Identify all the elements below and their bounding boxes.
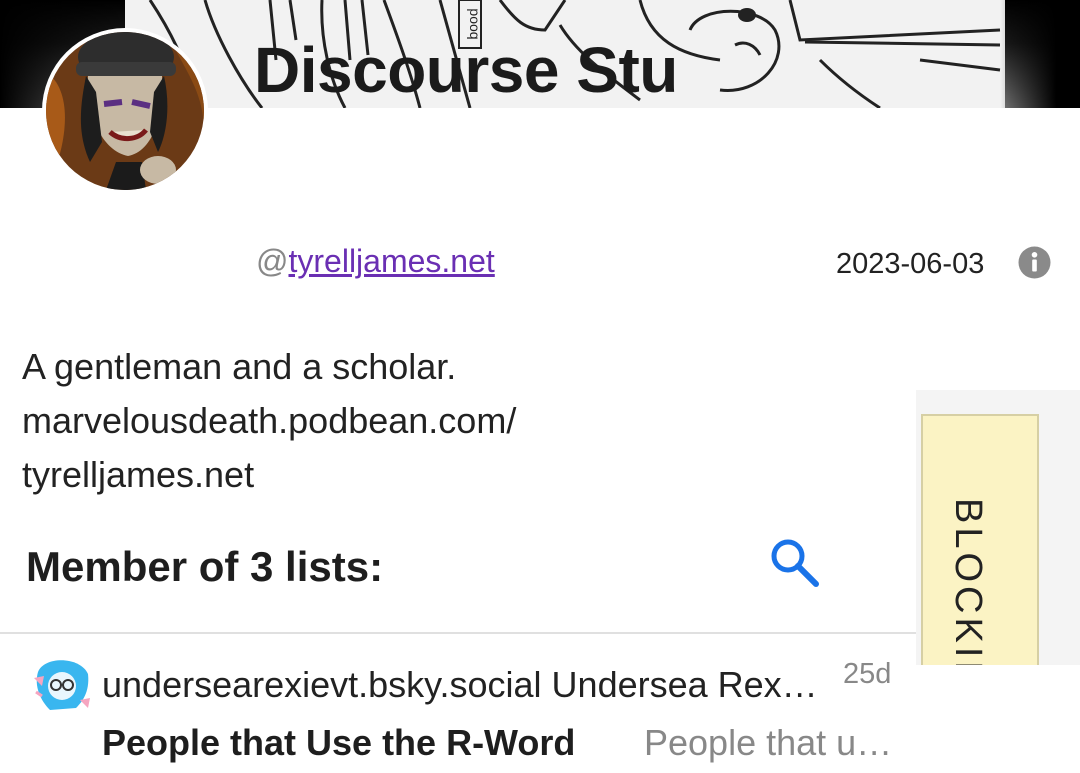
list-title[interactable]: People that Use the R-Word bbox=[102, 722, 575, 764]
bio-line[interactable]: tyrelljames.net bbox=[22, 448, 516, 502]
list-description: People that use the R-Word bbox=[644, 722, 894, 763]
bio-line: A gentleman and a scholar. bbox=[22, 346, 457, 387]
handle-prefix: @ bbox=[256, 243, 289, 279]
profile-bio: A gentleman and a scholar. marvelousdeat… bbox=[22, 340, 516, 502]
lists-heading: Member of 3 lists: bbox=[26, 543, 384, 590]
avatar-image bbox=[46, 32, 204, 190]
blocking-tab-label: BLOCKING bbox=[947, 498, 989, 665]
handle-link[interactable]: tyrelljames.net bbox=[288, 243, 494, 279]
list-owner[interactable]: undersearexievt.bsky.social Undersea Rex… bbox=[102, 664, 822, 706]
bio-line[interactable]: marvelousdeath.podbean.com/ bbox=[22, 394, 516, 448]
list-item[interactable]: undersearexievt.bsky.social Undersea Rex… bbox=[0, 634, 916, 773]
profile-avatar[interactable] bbox=[42, 28, 208, 194]
list-owner-avatar bbox=[30, 652, 94, 716]
joined-date: 2023-06-03 bbox=[836, 248, 985, 280]
list-age: 25d bbox=[843, 658, 892, 690]
profile-handle: @tyrelljames.net bbox=[256, 243, 495, 280]
display-name: Discourse Stu bbox=[254, 34, 678, 106]
search-icon[interactable] bbox=[766, 534, 822, 590]
info-circle-icon[interactable] bbox=[1018, 246, 1051, 279]
banner-shade-right bbox=[1000, 0, 1080, 108]
